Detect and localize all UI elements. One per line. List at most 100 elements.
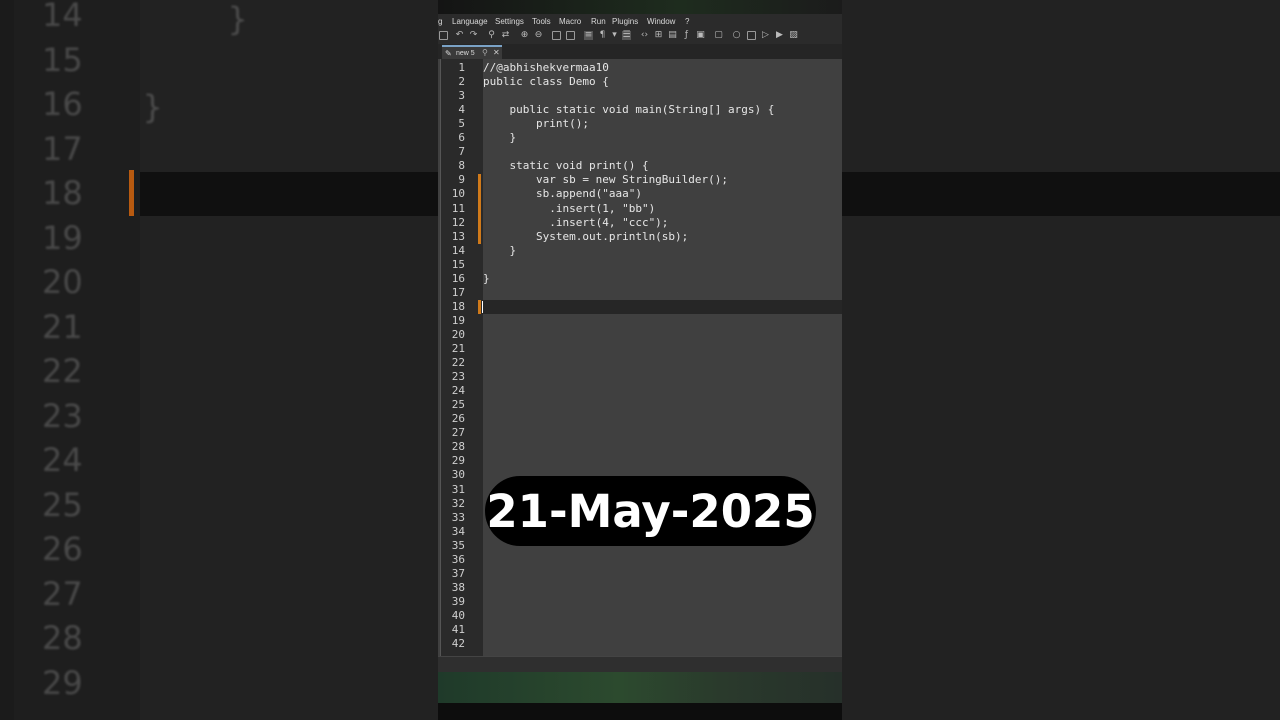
line-number: 7	[458, 145, 465, 159]
line-number: 11	[451, 201, 465, 215]
word-wrap-icon[interactable]: ≡	[584, 31, 593, 40]
edit-pencil-icon: ✎	[445, 49, 452, 58]
code-editor[interactable]: 1 2 3 4 5 6 7 8 9 10 11 12 13 14 15 16 17 18 19 20 21 22 23 24 2…	[438, 59, 842, 656]
doc-map-icon[interactable]: ⊞	[654, 31, 663, 40]
close-icon[interactable]: ✕	[493, 48, 500, 57]
line-number: 33	[451, 510, 465, 524]
pin-icon[interactable]: ⚲	[482, 48, 488, 57]
background-line-number: 25	[42, 485, 83, 524]
background-line-number: 15	[42, 40, 83, 79]
line-number: 3	[458, 89, 465, 103]
record-macro-icon[interactable]: ○	[732, 31, 741, 40]
line-number: 41	[451, 623, 465, 636]
dropdown-icon[interactable]: ▾	[610, 31, 619, 40]
find-icon[interactable]: ⚲	[487, 31, 496, 40]
save-macro-icon[interactable]: ▨	[789, 31, 798, 40]
line-number: 37	[451, 566, 465, 580]
redo-icon[interactable]: ↷	[469, 31, 478, 40]
close-all-icon[interactable]	[439, 31, 448, 40]
function-list-icon[interactable]: ƒ	[682, 31, 691, 40]
code-line[interactable]: static void print() {	[483, 159, 648, 173]
indent-guide-icon[interactable]: ☰	[622, 31, 631, 40]
horizontal-scrollbar[interactable]	[438, 656, 842, 673]
code-line[interactable]: sb.append("aaa")	[483, 187, 642, 201]
line-number: 28	[451, 440, 465, 454]
line-number: 24	[451, 384, 465, 398]
status-bar	[438, 672, 842, 703]
sync-v-icon[interactable]	[552, 31, 561, 40]
line-number: 4	[458, 103, 465, 117]
menu-item-run[interactable]: Run	[591, 17, 606, 26]
line-number: 20	[451, 327, 465, 341]
tab-bar: ✎ new 5 ⚲ ✕	[438, 44, 842, 61]
background-line-number: 16	[42, 85, 83, 123]
replace-icon[interactable]: ⇄	[501, 31, 510, 40]
line-number: 6	[458, 131, 465, 145]
background-brace: }	[143, 88, 163, 126]
code-line[interactable]: print();	[483, 117, 589, 131]
line-number: 40	[451, 608, 465, 622]
menu-item-plugins[interactable]: Plugins	[612, 17, 638, 26]
run-macro-icon[interactable]: ▶	[775, 31, 784, 40]
line-number: 8	[458, 159, 465, 173]
line-number: 38	[451, 580, 465, 594]
text-caret	[482, 301, 483, 313]
doc-list-icon[interactable]: ▤	[668, 31, 677, 40]
menu-item-settings[interactable]: Settings	[495, 17, 524, 26]
menu-item-window[interactable]: Window	[647, 17, 675, 26]
line-number: 29	[451, 454, 465, 468]
xml-icon[interactable]: ‹›	[640, 31, 649, 40]
line-number: 16	[451, 271, 465, 285]
background-line-number: 23	[42, 396, 83, 435]
menu-item-help[interactable]: ?	[685, 17, 689, 26]
change-marker	[478, 300, 481, 314]
code-line[interactable]: }	[483, 272, 490, 286]
change-marker	[478, 174, 481, 244]
line-number: 34	[451, 524, 465, 538]
background-line-number: 29	[42, 663, 83, 702]
code-line[interactable]: .insert(1, "bb")	[483, 202, 655, 216]
code-line[interactable]: var sb = new StringBuilder();	[483, 173, 728, 187]
background-line-number: 18	[42, 174, 83, 212]
line-number: 39	[451, 594, 465, 608]
line-number: 36	[451, 552, 465, 566]
code-line[interactable]: }	[483, 131, 516, 145]
line-number: 2	[458, 75, 465, 89]
menu-item-tools[interactable]: Tools	[532, 17, 551, 26]
background-line-number: 28	[42, 619, 83, 657]
line-number: 10	[451, 187, 465, 201]
tab-label: new 5	[456, 50, 475, 57]
sync-h-icon[interactable]	[566, 31, 575, 40]
zoom-out-icon[interactable]: ⊖	[534, 31, 543, 40]
menu-item-encoding[interactable]: g	[438, 17, 442, 26]
show-all-chars-icon[interactable]: ¶	[598, 31, 607, 40]
menu-item-language[interactable]: Language	[452, 17, 488, 26]
code-line[interactable]: System.out.println(sb);	[483, 230, 688, 244]
line-number: 42	[451, 637, 465, 651]
monitor-icon[interactable]: ▢	[714, 31, 723, 40]
code-line[interactable]: public static void main(String[] args) {	[483, 103, 774, 117]
line-number: 5	[458, 117, 465, 131]
code-line[interactable]: }	[483, 244, 516, 258]
background-line-number: 24	[42, 441, 83, 479]
line-number: 18	[451, 299, 465, 313]
play-macro-icon[interactable]: ▷	[761, 31, 770, 40]
line-number: 15	[451, 257, 465, 271]
background-line-number: 17	[42, 129, 83, 168]
code-line[interactable]: .insert(4, "ccc");	[483, 216, 668, 230]
undo-icon[interactable]: ↶	[455, 31, 464, 40]
stop-macro-icon[interactable]	[747, 31, 756, 40]
title-band	[438, 0, 842, 14]
background-line-number: 19	[42, 218, 83, 257]
background-line-number: 27	[42, 574, 83, 613]
date-overlay: 21-May-2025	[485, 476, 816, 546]
code-line[interactable]: public class Demo {	[483, 75, 609, 89]
line-number: 27	[451, 426, 465, 440]
background-line-number: 14	[42, 0, 83, 34]
background-line-number: 26	[42, 530, 83, 568]
folder-icon[interactable]: ▣	[696, 31, 705, 40]
menu-item-macro[interactable]: Macro	[559, 17, 581, 26]
code-line[interactable]: //@abhishekvermaa10	[483, 61, 609, 75]
zoom-in-icon[interactable]: ⊕	[520, 31, 529, 40]
line-number: 21	[451, 342, 465, 355]
